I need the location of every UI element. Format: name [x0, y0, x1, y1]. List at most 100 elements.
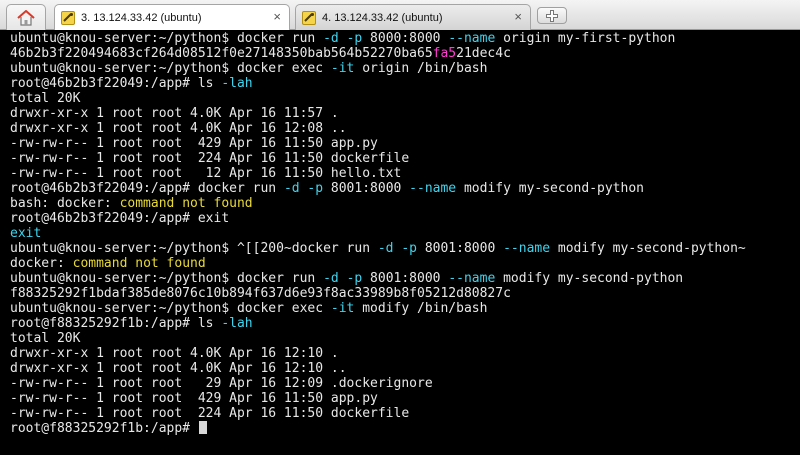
terminal-text: command not found [72, 256, 206, 271]
terminal-line: root@46b2b3f22049:/app# exit [10, 211, 800, 226]
terminal-text: drwxr-xr-x 1 root root 4.0K Apr 16 11:57… [10, 106, 339, 121]
terminal-text: ubuntu@knou-server:~/python$ docker exec [10, 61, 331, 76]
terminal-text: root@46b2b3f22049:/app# docker run [10, 181, 284, 196]
terminal-text: ubuntu@knou-server:~/python$ docker run [10, 31, 324, 46]
terminal-text: -rw-rw-r-- 1 root root 429 Apr 16 11:50 … [10, 391, 378, 406]
terminal-text: -p [346, 31, 363, 46]
terminal-line: root@46b2b3f22049:/app# docker run -d -p… [10, 181, 800, 196]
terminal-text: root@46b2b3f22049:/app# ls [10, 76, 222, 91]
tab-session-3[interactable]: 3. 13.124.33.42 (ubuntu) × [54, 4, 290, 30]
terminal-line: -rw-rw-r-- 1 root root 429 Apr 16 11:50 … [10, 391, 800, 406]
terminal-line: exit [10, 226, 800, 241]
cursor-block [198, 421, 207, 434]
terminal-text: total 20K [10, 331, 81, 346]
terminal-line: drwxr-xr-x 1 root root 4.0K Apr 16 12:10… [10, 346, 800, 361]
terminal-line: -rw-rw-r-- 1 root root 429 Apr 16 11:50 … [10, 136, 800, 151]
terminal-text: -d [323, 271, 339, 286]
terminal-line: f88325292f1bdaf385de8076c10b894f637d6e93… [10, 286, 800, 301]
terminal-text: -lah [221, 316, 253, 331]
terminal-text: f88325292f1bdaf385de8076c10b894f637d6e93… [10, 286, 511, 301]
terminal-text: -lah [221, 76, 253, 91]
terminal-line: bash: docker: command not found [10, 196, 800, 211]
terminal-text: -it [330, 301, 355, 316]
terminal-line: -rw-rw-r-- 1 root root 224 Apr 16 11:50 … [10, 406, 800, 421]
terminal-text: docker: [10, 256, 73, 271]
terminal-text: 8001:8000 [323, 181, 410, 196]
terminal-text: drwxr-xr-x 1 root root 4.0K Apr 16 12:08… [10, 121, 347, 136]
terminal-text: modify /bin/bash [354, 301, 488, 316]
terminal-text: --name [503, 241, 551, 256]
terminal-text: 8001:8000 [362, 271, 449, 286]
terminal-text: root@f88325292f1b:/app# ls [10, 316, 222, 331]
close-tab-icon[interactable]: × [273, 10, 281, 24]
terminal-text: exit [10, 226, 42, 241]
terminal-text: -p [307, 181, 324, 196]
terminal-line: -rw-rw-r-- 1 root root 224 Apr 16 11:50 … [10, 151, 800, 166]
terminal-line: docker: command not found [10, 256, 800, 271]
terminal-text: --name [448, 31, 496, 46]
terminal-line: ubuntu@knou-server:~/python$ ^[[200~dock… [10, 241, 800, 256]
terminal-line: drwxr-xr-x 1 root root 4.0K Apr 16 11:57… [10, 106, 800, 121]
terminal-text: -d [283, 181, 300, 196]
terminal-text: -p [401, 241, 417, 256]
terminal-line: root@46b2b3f22049:/app# ls -lah [10, 76, 800, 91]
terminal-text: -rw-rw-r-- 1 root root 224 Apr 16 11:50 … [10, 151, 410, 166]
tab-title: 4. 13.124.33.42 (ubuntu) [322, 11, 443, 24]
terminal-line: -rw-rw-r-- 1 root root 12 Apr 16 11:50 h… [10, 166, 800, 181]
tab-bar: 3. 13.124.33.42 (ubuntu) × 4. 13.124.33.… [0, 0, 800, 30]
tab-title: 3. 13.124.33.42 (ubuntu) [81, 11, 202, 24]
terminal-text: modify my-second-python~ [550, 241, 746, 256]
terminal-line: root@f88325292f1b:/app# ls -lah [10, 316, 800, 331]
terminal-text: 8001:8000 [417, 241, 504, 256]
terminal-text: drwxr-xr-x 1 root root 4.0K Apr 16 12:10… [10, 346, 339, 361]
terminal-text: 21dec4c [456, 46, 511, 61]
terminal-text: --name [409, 181, 457, 196]
plus-icon [546, 9, 558, 22]
close-tab-icon[interactable]: × [514, 10, 522, 24]
terminal-text: origin my-first-python [495, 31, 676, 46]
terminal-text: 8000:8000 [362, 31, 449, 46]
terminal-text: ubuntu@knou-server:~/python$ docker exec [10, 301, 331, 316]
terminal-line: total 20K [10, 91, 800, 106]
terminal-text: -rw-rw-r-- 1 root root 12 Apr 16 11:50 h… [10, 166, 402, 181]
terminal-line: ubuntu@knou-server:~/python$ docker run … [10, 271, 800, 286]
terminal-text: --name [448, 271, 496, 286]
terminal-text: 46b2b3f220494683cf264d08512f0e27148350ba… [10, 46, 433, 61]
terminal-text: -rw-rw-r-- 1 root root 224 Apr 16 11:50 … [10, 406, 410, 421]
terminal-text: origin /bin/bash [354, 61, 488, 76]
terminal-session-icon [302, 10, 316, 25]
terminal-line: root@f88325292f1b:/app# [10, 421, 800, 436]
terminal-text: modify my-second-python [456, 181, 644, 196]
terminal-line: 46b2b3f220494683cf264d08512f0e27148350ba… [10, 46, 800, 61]
terminal-text: -d [377, 241, 394, 256]
tab-session-4[interactable]: 4. 13.124.33.42 (ubuntu) × [295, 4, 531, 30]
new-tab-button[interactable] [537, 7, 567, 24]
terminal-text: -p [346, 271, 363, 286]
terminal-text: fa5 [432, 46, 457, 61]
terminal-text: -it [330, 61, 355, 76]
terminal-text: -rw-rw-r-- 1 root root 29 Apr 16 12:09 .… [10, 376, 433, 391]
terminal-text: ubuntu@knou-server:~/python$ docker run [10, 271, 324, 286]
terminal-text: total 20K [10, 91, 81, 106]
terminal-line: drwxr-xr-x 1 root root 4.0K Apr 16 12:10… [10, 361, 800, 376]
terminal-line: ubuntu@knou-server:~/python$ docker exec… [10, 301, 800, 316]
home-tab[interactable] [6, 4, 46, 30]
terminal-text: modify my-second-python [495, 271, 684, 286]
terminal-line: ubuntu@knou-server:~/python$ docker run … [10, 31, 800, 46]
terminal-text: -d [323, 31, 339, 46]
terminal-text: drwxr-xr-x 1 root root 4.0K Apr 16 12:10… [10, 361, 347, 376]
terminal-text: root@f88325292f1b:/app# [10, 421, 198, 436]
terminal-text: -rw-rw-r-- 1 root root 429 Apr 16 11:50 … [10, 136, 378, 151]
terminal-text: ubuntu@knou-server:~/python$ ^[[200~dock… [10, 241, 378, 256]
terminal-output[interactable]: ubuntu@knou-server:~/python$ docker run … [0, 30, 800, 455]
terminal-line: total 20K [10, 331, 800, 346]
terminal-text: bash: docker: [10, 196, 120, 211]
home-icon [17, 9, 35, 26]
terminal-line: ubuntu@knou-server:~/python$ docker exec… [10, 61, 800, 76]
terminal-session-icon [61, 10, 75, 25]
terminal-text: command not found [119, 196, 253, 211]
terminal-text: root@46b2b3f22049:/app# exit [10, 211, 230, 226]
terminal-line: drwxr-xr-x 1 root root 4.0K Apr 16 12:08… [10, 121, 800, 136]
